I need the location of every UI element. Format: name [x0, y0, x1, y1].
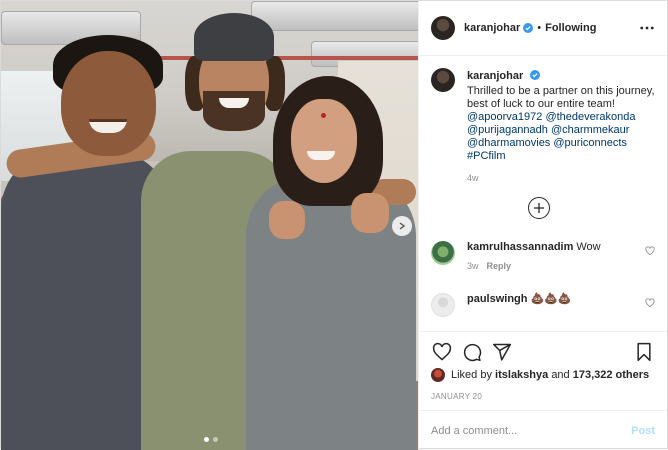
instagram-post: karanjohar • Following karanjohar Thrill…: [0, 0, 668, 450]
comment-item: paulswingh 💩💩💩: [431, 293, 655, 317]
load-more-comments-icon: [534, 203, 544, 213]
likes-prefix: Liked by: [451, 369, 492, 381]
author-username[interactable]: karanjohar: [464, 22, 520, 34]
commenter-username[interactable]: kamrulhassannadim: [467, 241, 573, 253]
add-comment-bar: Post: [419, 410, 667, 450]
share-button[interactable]: [490, 340, 514, 364]
post-caption: karanjohar Thrilled to be a partner on t…: [431, 68, 655, 183]
share-icon: [492, 343, 512, 361]
carousel-dot: [212, 437, 218, 442]
raised-fist: [269, 201, 305, 239]
like-button[interactable]: [430, 340, 454, 364]
following-button[interactable]: Following: [545, 22, 596, 34]
ceiling-duct: [251, 1, 418, 31]
mention-link[interactable]: @dharmamovies: [467, 137, 550, 149]
comment-time: 3w: [467, 261, 479, 271]
commenter-username[interactable]: paulswingh: [467, 293, 528, 305]
mention-link[interactable]: @charmmekaur: [551, 124, 629, 136]
caption-time: 4w: [467, 173, 479, 183]
post-photo[interactable]: [1, 1, 418, 450]
author-avatar[interactable]: [431, 16, 455, 40]
photo-scene: [1, 1, 418, 450]
person-left-face: [61, 51, 156, 156]
person-right-bindi: [321, 113, 326, 118]
comment-button[interactable]: [460, 340, 484, 364]
likes-conjunction: and: [551, 369, 570, 381]
comment-body: kamrulhassannadim Wow 3w Reply: [467, 241, 645, 273]
mention-link[interactable]: @thedeverakonda: [545, 111, 635, 123]
comment-input[interactable]: [431, 424, 632, 437]
post-actions-bar: [419, 331, 667, 371]
person-right-face: [291, 99, 357, 183]
carousel-indicator: [1, 437, 418, 442]
mention-link[interactable]: @puriconnects: [553, 137, 627, 149]
reply-button[interactable]: Reply: [487, 261, 512, 271]
comment-item: kamrulhassannadim Wow 3w Reply: [431, 241, 655, 273]
comment-meta: 3w Reply: [467, 260, 645, 273]
carousel-next-icon: [399, 222, 406, 230]
save-button[interactable]: [632, 340, 656, 364]
heart-icon[interactable]: [645, 246, 655, 256]
load-more-comments-button[interactable]: [528, 197, 550, 219]
comment-text: 💩💩💩: [530, 293, 572, 305]
comments-section[interactable]: karanjohar Thrilled to be a partner on t…: [419, 56, 667, 331]
carousel-dot-active: [203, 437, 209, 442]
more-options-icon: [640, 26, 654, 30]
liker-username[interactable]: itslakshya: [495, 369, 548, 381]
post-side-panel: karanjohar • Following karanjohar Thrill…: [418, 1, 667, 450]
header-separator: •: [537, 22, 542, 34]
comment-icon: [463, 343, 482, 361]
caption-text: Thrilled to be a partner on this journey…: [467, 85, 655, 110]
carousel-next-button[interactable]: [392, 216, 412, 236]
hashtag-link[interactable]: #PCfilm: [467, 150, 506, 162]
more-options-button[interactable]: [639, 20, 655, 36]
person-middle-beard: [203, 91, 265, 131]
comment-text: Wow: [576, 241, 601, 253]
heart-icon: [432, 342, 452, 360]
person-middle-beanie: [194, 13, 274, 61]
mention-link[interactable]: @purijagannadh: [467, 124, 548, 136]
mention-link[interactable]: @apoorva1972: [467, 111, 542, 123]
commenter-avatar[interactable]: [431, 241, 455, 265]
post-header: karanjohar • Following: [419, 1, 667, 56]
commenter-avatar[interactable]: [431, 293, 455, 317]
caption-body: karanjohar Thrilled to be a partner on t…: [467, 68, 655, 183]
caption-author-avatar[interactable]: [431, 68, 455, 92]
caption-username[interactable]: karanjohar: [467, 70, 523, 82]
comment-body: paulswingh 💩💩💩: [467, 293, 645, 317]
raised-fist: [351, 193, 389, 233]
caption-mentions: @apoorva1972 @thedeverakonda @purijagann…: [467, 111, 655, 163]
heart-icon[interactable]: [645, 298, 655, 308]
likes-summary: Liked by itslakshya and 173,322 others: [431, 368, 649, 382]
likes-others-link[interactable]: 173,322 others: [573, 369, 649, 381]
verified-badge-icon: [523, 23, 534, 33]
post-comment-button[interactable]: Post: [631, 425, 655, 437]
liker-avatar[interactable]: [431, 368, 445, 382]
post-date: JANUARY 20: [431, 392, 483, 401]
bookmark-icon: [637, 342, 651, 361]
verified-badge-icon: [529, 70, 540, 80]
